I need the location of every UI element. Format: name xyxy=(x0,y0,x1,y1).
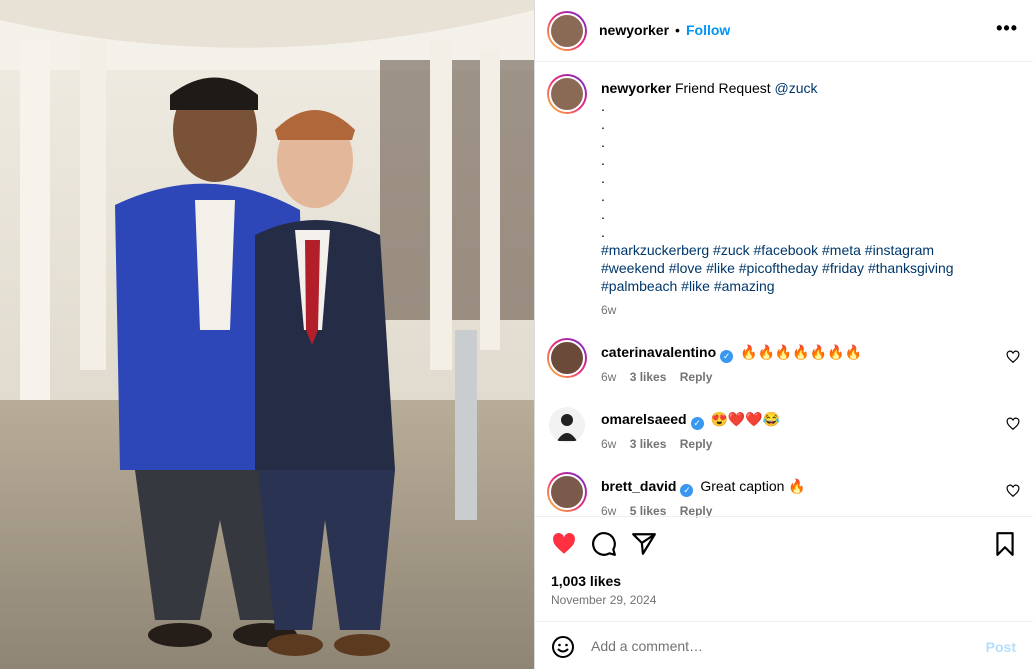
emoji-smiley-icon[interactable] xyxy=(551,635,575,659)
comment-username[interactable]: omarelsaeed xyxy=(601,411,687,427)
save-bookmark-icon[interactable] xyxy=(992,531,1018,557)
comment-text: Great caption 🔥 xyxy=(700,478,806,494)
caption-dot: . xyxy=(601,188,605,204)
comment-like-heart-icon[interactable] xyxy=(1006,484,1020,498)
comment-likes[interactable]: 3 likes xyxy=(630,370,667,384)
comment-like-heart-icon[interactable] xyxy=(1006,417,1020,431)
comment-composer: Post xyxy=(535,621,1033,669)
post-details-panel: newyorker • Follow ••• newyorker Friend … xyxy=(534,0,1033,669)
follow-button[interactable]: Follow xyxy=(686,22,730,38)
author-avatar[interactable] xyxy=(547,11,587,51)
comment-meta: 6w 3 likes Reply xyxy=(601,370,722,384)
post-header: newyorker • Follow ••• xyxy=(535,0,1033,62)
caption-avatar[interactable] xyxy=(547,74,587,114)
reply-button[interactable]: Reply xyxy=(680,370,713,384)
caption-hashtags: #markzuckerberg #zuck #facebook #meta #i… xyxy=(601,241,1021,295)
comment-avatar[interactable] xyxy=(549,407,585,443)
comment-avatar-image xyxy=(549,474,585,510)
caption-mention[interactable]: @zuck xyxy=(775,80,818,96)
caption-dot: . xyxy=(601,98,605,114)
share-send-icon[interactable] xyxy=(631,531,657,557)
verified-badge-icon: ✓ xyxy=(690,417,704,430)
post-comment-button[interactable]: Post xyxy=(986,639,1016,655)
comment-time[interactable]: 6w xyxy=(601,437,616,451)
more-horizontal-icon[interactable]: ••• xyxy=(996,18,1018,39)
author-avatar-image xyxy=(549,13,585,49)
comment-item: caterinavalentino ✓ 🔥🔥🔥🔥🔥🔥🔥 6w 3 likes Re… xyxy=(535,338,1033,398)
comment-meta: 6w 3 likes Reply xyxy=(601,437,722,451)
verified-badge-icon: ✓ xyxy=(720,350,734,363)
comment-like-heart-icon[interactable] xyxy=(1006,350,1020,364)
hashtags-line[interactable]: #weekend #love #like #picoftheday #frida… xyxy=(601,259,1021,277)
caption-dot: . xyxy=(601,134,605,150)
caption-username[interactable]: newyorker xyxy=(601,80,671,96)
comment-avatar-image xyxy=(549,340,585,376)
post-actions: 1,003 likes November 29, 2024 xyxy=(535,516,1033,621)
caption-dots: . . . . . . . . xyxy=(601,97,1021,241)
comment-avatar-image xyxy=(557,414,577,441)
caption-dot: . xyxy=(601,116,605,132)
post-photo[interactable] xyxy=(0,0,534,669)
comment-text: 😍❤️❤️😂 xyxy=(710,411,781,427)
comment-avatar[interactable] xyxy=(547,472,587,512)
caption-body: newyorker Friend Request @zuck . . . . .… xyxy=(601,79,1021,319)
caption-text: Friend Request xyxy=(674,80,771,96)
likes-count[interactable]: 1,003 likes xyxy=(551,573,621,589)
comment-time[interactable]: 6w xyxy=(601,370,616,384)
verified-badge-icon: ✓ xyxy=(680,484,694,497)
reply-button[interactable]: Reply xyxy=(680,437,713,451)
comment-item: omarelsaeed ✓ 😍❤️❤️😂 6w 3 likes Reply xyxy=(535,405,1033,465)
caption-dot: . xyxy=(601,224,605,240)
like-heart-icon[interactable] xyxy=(551,531,577,557)
comment-likes[interactable]: 3 likes xyxy=(630,437,667,451)
comment-username[interactable]: brett_david xyxy=(601,478,676,494)
post-date[interactable]: November 29, 2024 xyxy=(551,593,656,607)
caption-first-line: newyorker Friend Request @zuck xyxy=(601,79,1021,97)
hashtags-line[interactable]: #palmbeach #like #amazing xyxy=(601,277,1021,295)
caption-dot: . xyxy=(601,152,605,168)
comment-text: 🔥🔥🔥🔥🔥🔥🔥 xyxy=(740,344,863,360)
caption-dot: . xyxy=(601,170,605,186)
comment-input[interactable] xyxy=(591,634,971,658)
comment-line: omarelsaeed ✓ 😍❤️❤️😂 xyxy=(601,411,780,430)
post-photo-illustration xyxy=(0,0,534,669)
caption-timestamp[interactable]: 6w xyxy=(601,301,1021,319)
caption-dot: . xyxy=(601,206,605,222)
caption-avatar-image xyxy=(549,76,585,112)
comment-line: caterinavalentino ✓ 🔥🔥🔥🔥🔥🔥🔥 xyxy=(601,344,862,363)
comment-bubble-icon[interactable] xyxy=(591,531,617,557)
comment-username[interactable]: caterinavalentino xyxy=(601,344,716,360)
comment-line: brett_david ✓ Great caption 🔥 xyxy=(601,478,806,497)
comment-avatar[interactable] xyxy=(547,338,587,378)
hashtags-line[interactable]: #markzuckerberg #zuck #facebook #meta #i… xyxy=(601,241,1021,259)
header-separator: • xyxy=(675,22,680,38)
instagram-post-view: newyorker • Follow ••• newyorker Friend … xyxy=(0,0,1033,669)
author-username[interactable]: newyorker xyxy=(599,22,669,38)
